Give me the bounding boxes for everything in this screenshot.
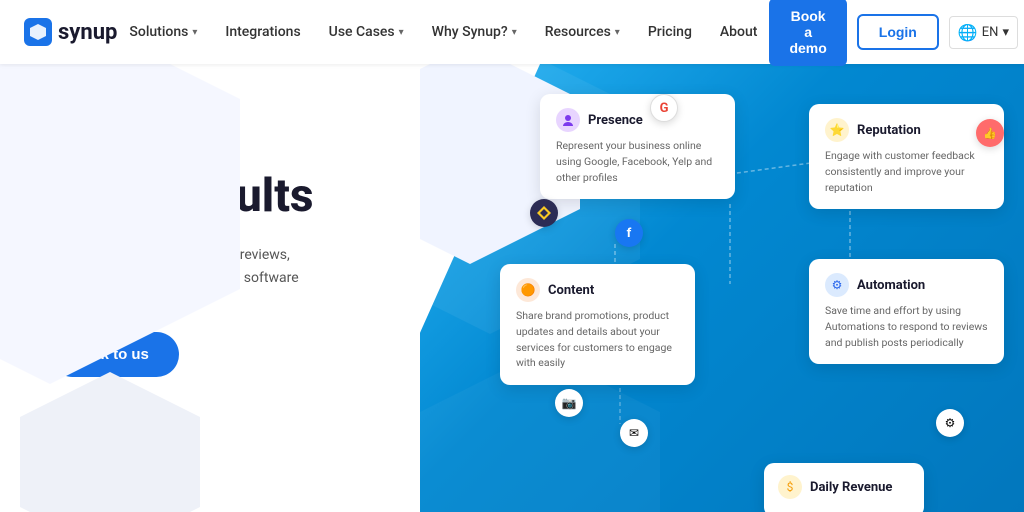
nav-why-synup[interactable]: Why Synup? ▾	[420, 16, 529, 48]
content-body: Share brand promotions, product updates …	[516, 308, 679, 371]
automation-card: ⚙ Automation Save time and effort by usi…	[809, 259, 1004, 364]
main-nav: Solutions ▾ Integrations Use Cases ▾ Why…	[117, 16, 769, 48]
hero-right: G f 📷 ✉ ⚙ 👍 Presence Represent	[420, 64, 1024, 512]
reputation-title: Reputation	[857, 123, 921, 138]
lang-code: EN	[982, 25, 999, 40]
language-selector[interactable]: 🌐 EN ▾	[949, 16, 1018, 49]
content-card: 🟠 Content Share brand promotions, produc…	[500, 264, 695, 385]
nav-solutions[interactable]: Solutions ▾	[117, 16, 209, 48]
card-header: ⚙ Automation	[825, 273, 988, 297]
presence-body: Represent your business online using Goo…	[556, 138, 719, 185]
reputation-icon: ⭐	[825, 118, 849, 142]
chevron-down-icon: ▾	[1002, 25, 1009, 40]
chevron-down-icon: ▾	[192, 27, 197, 38]
daily-revenue-card: $ Daily Revenue	[764, 463, 924, 512]
thumbsup-icon: 👍	[976, 119, 1004, 147]
reputation-body: Engage with customer feedback consistent…	[825, 148, 988, 195]
nav-resources[interactable]: Resources ▾	[533, 16, 632, 48]
mappin-icon	[530, 199, 558, 227]
google-icon: G	[650, 94, 678, 122]
presence-icon	[556, 108, 580, 132]
chevron-down-icon: ▾	[399, 27, 404, 38]
card-header: $ Daily Revenue	[778, 475, 910, 499]
content-icon: 🟠	[516, 278, 540, 302]
card-header: Presence	[556, 108, 719, 132]
nav-about[interactable]: About	[708, 16, 770, 48]
revenue-title: Daily Revenue	[810, 480, 892, 495]
content-title: Content	[548, 283, 594, 298]
automation-body: Save time and effort by using Automation…	[825, 303, 988, 350]
login-button[interactable]: Login	[857, 14, 939, 50]
flag-icon: 🌐	[958, 23, 978, 42]
book-demo-button[interactable]: Book a demo	[769, 0, 846, 66]
hex-decoration-small	[20, 372, 200, 512]
automation-icon: ⚙	[825, 273, 849, 297]
presence-title: Presence	[588, 113, 643, 128]
reputation-card: ⭐ Reputation Engage with customer feedba…	[809, 104, 1004, 209]
header-actions: Book a demo Login 🌐 EN ▾	[769, 0, 1018, 66]
hero-left: Level Up Your Results With the best in b…	[0, 64, 420, 512]
automation-title: Automation	[857, 278, 925, 293]
email-icon: ✉	[620, 419, 648, 447]
logo-wordmark: synup	[58, 20, 117, 45]
card-header: 🟠 Content	[516, 278, 679, 302]
presence-card: Presence Represent your business online …	[540, 94, 735, 199]
hex-decoration-large	[0, 64, 240, 384]
nav-use-cases[interactable]: Use Cases ▾	[317, 16, 416, 48]
logo[interactable]: synup	[24, 18, 117, 46]
header: synup Solutions ▾ Integrations Use Cases…	[0, 0, 1024, 64]
logo-icon	[24, 18, 52, 46]
nav-pricing[interactable]: Pricing	[636, 16, 704, 48]
chevron-down-icon: ▾	[615, 27, 620, 38]
facebook-icon: f	[615, 219, 643, 247]
gear-icon: ⚙	[936, 409, 964, 437]
card-header: ⭐ Reputation	[825, 118, 988, 142]
nav-integrations[interactable]: Integrations	[213, 16, 312, 48]
chevron-down-icon: ▾	[512, 27, 517, 38]
camera-icon: 📷	[555, 389, 583, 417]
main-content: Level Up Your Results With the best in b…	[0, 64, 1024, 512]
revenue-icon: $	[778, 475, 802, 499]
